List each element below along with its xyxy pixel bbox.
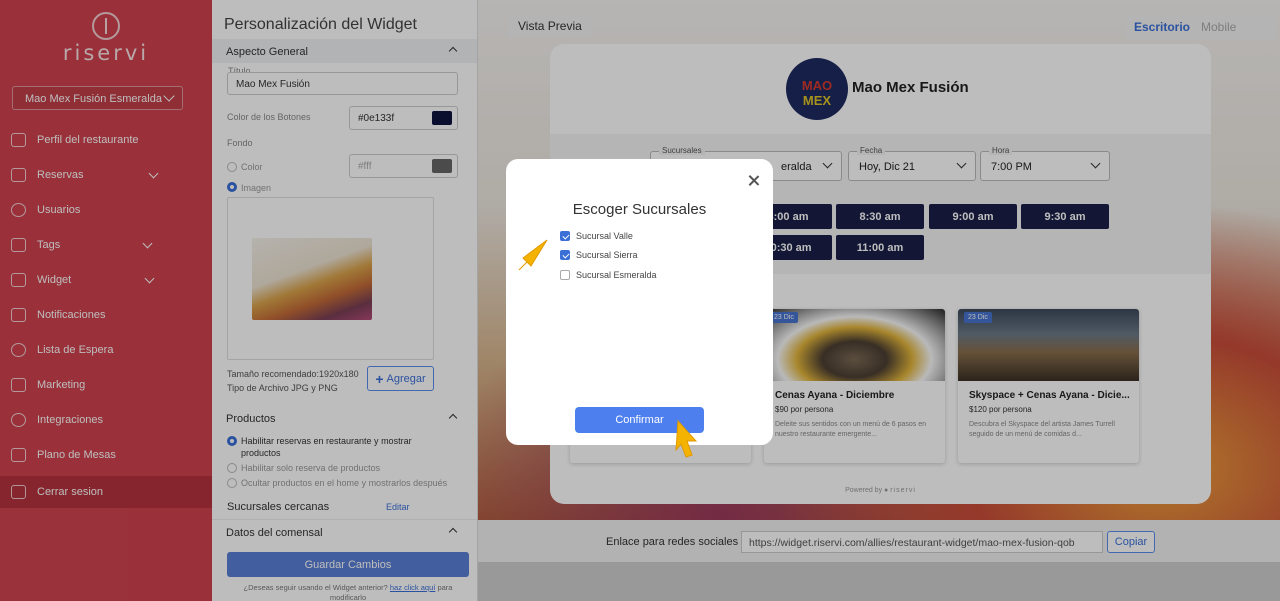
annotation-arrow-icon [518,239,548,271]
checkbox-unchecked[interactable] [560,270,570,280]
close-icon[interactable] [746,173,762,189]
annotation-arrow-icon [675,419,698,458]
checkbox-checked[interactable] [560,250,570,260]
branch-select-modal: Escoger Sucursales Sucursal Valle Sucurs… [506,159,773,445]
branch-option-label: Sucursal Sierra [576,250,638,260]
branch-option-valle[interactable]: Sucursal Valle [560,231,633,241]
branch-option-esmeralda[interactable]: Sucursal Esmeralda [560,270,657,280]
modal-title: Escoger Sucursales [572,201,707,218]
branch-option-sierra[interactable]: Sucursal Sierra [560,250,638,260]
checkbox-checked[interactable] [560,231,570,241]
branch-option-label: Sucursal Esmeralda [576,270,657,280]
branch-option-label: Sucursal Valle [576,231,633,241]
